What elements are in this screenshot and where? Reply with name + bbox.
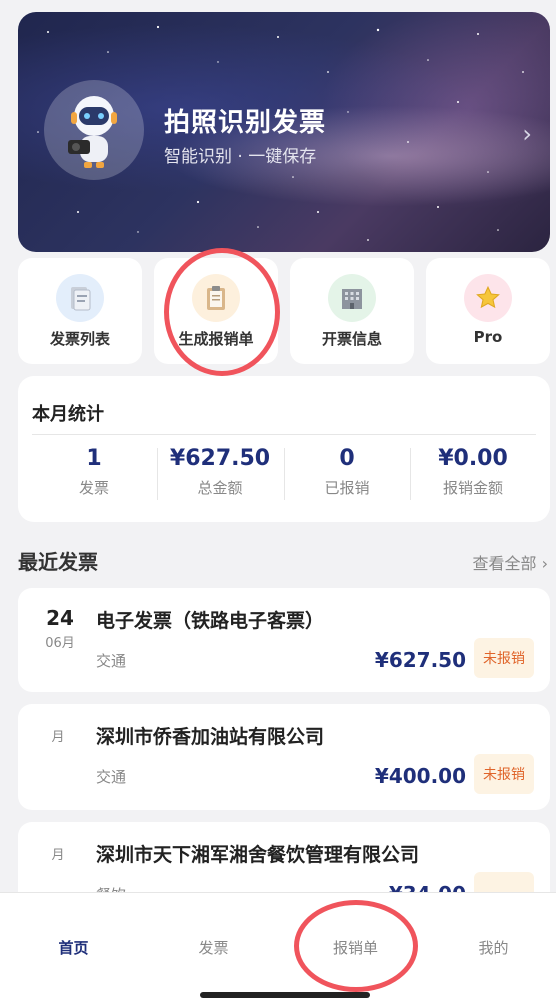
- stat-value: 0: [339, 446, 355, 471]
- stats-title: 本月统计: [32, 404, 104, 425]
- hero-title: 拍照识别发票: [164, 108, 327, 138]
- invoice-name: 深圳市天下湘军湘舍餐饮管理有限公司: [96, 844, 420, 866]
- chevron-right-icon: ›: [522, 120, 532, 148]
- stat-value: ¥0.00: [438, 446, 508, 471]
- status-badge: 未报销: [474, 638, 534, 678]
- stat-value: 1: [86, 446, 102, 471]
- stat-total-amount: ¥627.50 总金额: [157, 446, 283, 506]
- recent-invoices-title: 最近发票: [18, 550, 98, 574]
- stat-reimbursed-count: 0 已报销: [284, 446, 410, 506]
- invoice-card[interactable]: 24 06月 电子发票（铁路电子客票） 交通 ¥627.50 未报销: [18, 588, 550, 692]
- invoice-category: 交通: [96, 652, 127, 670]
- home-indicator: [200, 992, 370, 998]
- action-label: 发票列表: [49, 330, 110, 348]
- invoice-day: 24: [46, 606, 74, 630]
- stat-reimbursed-amount: ¥0.00 报销金额: [410, 446, 536, 506]
- action-label: Pro: [473, 328, 503, 346]
- invoice-card[interactable]: 月 深圳市侨香加油站有限公司 交通 ¥400.00 未报销: [18, 704, 550, 810]
- stat-label: 报销金额: [442, 479, 503, 497]
- building-icon: [328, 274, 376, 322]
- stat-label: 已报销: [324, 479, 370, 497]
- invoice-category: 交通: [96, 768, 127, 786]
- invoice-list-icon: [56, 274, 104, 322]
- monthly-stats-card: 本月统计 1 发票 ¥627.50 总金额 0 已报销 ¥0.00 报销金额: [18, 376, 550, 522]
- quick-actions: 发票列表 生成报销单 开票信息 Pro: [18, 258, 550, 364]
- action-generate-report[interactable]: 生成报销单: [154, 258, 278, 364]
- stat-value: ¥627.50: [169, 446, 271, 471]
- star-icon: [464, 274, 512, 322]
- action-pro[interactable]: Pro: [426, 258, 550, 364]
- stat-label: 发票: [78, 479, 109, 497]
- tab-profile[interactable]: 我的: [424, 937, 556, 958]
- invoice-month: 月: [51, 848, 65, 863]
- invoice-name: 电子发票（铁路电子客票）: [96, 610, 325, 632]
- bottom-tab-bar: 首页 发票 报销单 我的: [0, 892, 556, 1008]
- action-label: 开票信息: [321, 330, 382, 348]
- action-label: 生成报销单: [178, 330, 254, 348]
- action-billing-info[interactable]: 开票信息: [290, 258, 414, 364]
- stat-invoice-count: 1 发票: [31, 446, 157, 506]
- robot-avatar: [44, 80, 144, 180]
- stat-label: 总金额: [197, 479, 243, 497]
- tab-home[interactable]: 首页: [4, 937, 143, 958]
- divider: [32, 434, 536, 435]
- invoice-name: 深圳市侨香加油站有限公司: [96, 726, 325, 748]
- robot-photographer-icon: [68, 96, 117, 168]
- clipboard-icon: [192, 274, 240, 322]
- view-all-link[interactable]: 查看全部 ›: [473, 550, 549, 574]
- tab-reports[interactable]: 报销单: [286, 937, 425, 958]
- invoice-month: 06月: [45, 636, 75, 651]
- invoice-month: 月: [51, 730, 65, 745]
- hero-banner[interactable]: 拍照识别发票 智能识别 · 一键保存 ›: [18, 12, 550, 252]
- hero-subtitle: 智能识别 · 一键保存: [164, 147, 317, 167]
- status-badge: 未报销: [474, 754, 534, 794]
- tab-invoices[interactable]: 发票: [144, 937, 283, 958]
- invoice-amount: ¥400.00: [374, 764, 466, 788]
- action-invoice-list[interactable]: 发票列表: [18, 258, 142, 364]
- invoice-amount: ¥627.50: [374, 648, 466, 672]
